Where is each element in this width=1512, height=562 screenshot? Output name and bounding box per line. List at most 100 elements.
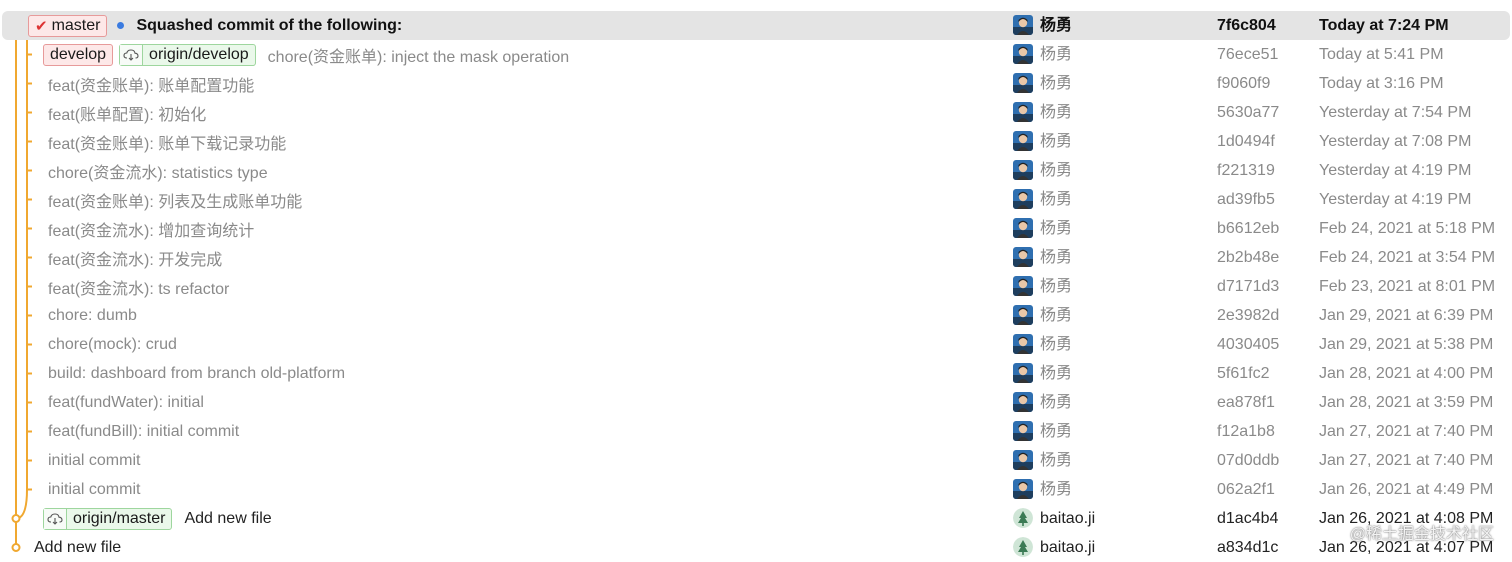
commit-row[interactable]: feat(资金流水): ts refactor 杨勇 d7171d3 Feb 23, … [0, 272, 1512, 301]
commit-author: 杨勇 [1040, 220, 1073, 237]
commit-message: Squashed commit of the following: [136, 16, 403, 34]
commit-row[interactable]: feat(资金账单): 账单配置功能 杨勇 f9060f9 Today at 3:16… [0, 69, 1512, 98]
watermark: @稀土掘金技术社区 [1349, 526, 1494, 543]
commit-row[interactable]: chore: dumb 杨勇 2e3982d Jan 29, 2021 at 6:39… [0, 301, 1512, 330]
round-avatar-icon [1013, 508, 1033, 528]
commit-date: Jan 28, 2021 at 3:59 PM [1319, 394, 1494, 411]
commit-sha: d7171d3 [1217, 278, 1280, 295]
commit-row[interactable]: feat(资金账单): 列表及生成账单功能 杨勇 ad39fb5 Yesterday … [0, 185, 1512, 214]
commit-author: 杨勇 [1040, 249, 1073, 266]
commit-message: feat(fundBill): initial commit [48, 422, 240, 440]
commit-subject: feat(资金账单): 列表及生成账单功能 [48, 185, 302, 214]
commit-subject: feat(资金流水): 增加查询统计 [48, 214, 254, 243]
commit-row[interactable]: feat(资金流水): 增加查询统计 杨勇 b6612eb Feb 24, 2021 … [0, 214, 1512, 243]
commit-sha: d1ac4b4 [1217, 510, 1279, 527]
commit-sha: 7f6c804 [1217, 17, 1276, 34]
commit-message: feat(资金账单): 账单下载记录功能 [48, 135, 287, 153]
commit-message: chore(mock): crud [48, 335, 177, 353]
photo-avatar-icon [1013, 15, 1033, 35]
commit-row[interactable]: chore(mock): crud 杨勇 4030405 Jan 29, 2021 a… [0, 330, 1512, 359]
branch-tag-label: master [51, 16, 101, 34]
branch-tag-master[interactable]: ✔ master [28, 14, 108, 37]
commit-row[interactable]: chore(资金流水): statistics type 杨勇 f221319 Yes… [0, 156, 1512, 185]
photo-avatar-icon [1013, 131, 1033, 151]
commit-author: 杨勇 [1040, 191, 1073, 208]
commit-subject: feat(fundBill): initial commit [48, 417, 239, 446]
commit-date: Yesterday at 4:19 PM [1319, 191, 1472, 208]
photo-avatar-icon [1013, 73, 1033, 93]
commit-sha: 062a2f1 [1217, 481, 1275, 498]
photo-avatar-icon [1013, 334, 1033, 354]
commit-author: 杨勇 [1040, 481, 1073, 498]
commit-sha: 5f61fc2 [1217, 365, 1270, 382]
commit-row[interactable]: feat(资金流水): 开发完成 杨勇 2b2b48e Feb 24, 2021 at… [0, 243, 1512, 272]
commit-date: Today at 5:41 PM [1319, 46, 1444, 63]
commit-sha: 2b2b48e [1217, 249, 1280, 266]
commit-date: Feb 24, 2021 at 5:18 PM [1319, 220, 1496, 237]
photo-avatar-icon [1013, 450, 1033, 470]
commit-date: Jan 26, 2021 at 4:49 PM [1319, 481, 1494, 498]
commit-author: 杨勇 [1040, 307, 1073, 324]
commit-date: Jan 29, 2021 at 5:38 PM [1319, 336, 1494, 353]
commit-author: 杨勇 [1040, 104, 1073, 121]
commit-subject: feat(fundWater): initial [48, 388, 204, 417]
commit-author: 杨勇 [1040, 365, 1073, 382]
commit-message: chore(资金流水): statistics type [48, 164, 268, 182]
remote-branch-tag-origin-master[interactable]: origin/master [43, 507, 173, 530]
commit-date: Yesterday at 7:54 PM [1319, 104, 1472, 121]
photo-avatar-icon [1013, 421, 1033, 441]
branch-tag-label: origin/develop [149, 45, 249, 63]
commit-subject: Add new file [34, 533, 121, 562]
commit-sha: ea878f1 [1217, 394, 1275, 411]
commit-sha: a834d1c [1217, 539, 1279, 556]
commit-date: Today at 3:16 PM [1319, 75, 1444, 92]
photo-avatar-icon [1013, 305, 1033, 325]
photo-avatar-icon [1013, 44, 1033, 64]
commit-row[interactable]: ✔ master Squashed commit of the following:… [2, 11, 1510, 40]
commit-subject: feat(资金流水): ts refactor [48, 272, 229, 301]
commit-author: 杨勇 [1040, 46, 1073, 63]
commit-row[interactable]: feat(fundBill): initial commit 杨勇 f12a1b8 J… [0, 417, 1512, 446]
photo-avatar-icon [1013, 247, 1033, 267]
commit-sha: f221319 [1217, 162, 1275, 179]
commit-row[interactable]: origin/master Add new file baitao.ji d1ac4b… [0, 504, 1512, 533]
commit-sha: ad39fb5 [1217, 191, 1275, 208]
commit-row[interactable]: feat(资金账单): 账单下载记录功能 杨勇 1d0494f Yesterday a… [0, 127, 1512, 156]
commit-message: chore(资金账单): inject the mask operation [267, 48, 570, 66]
commit-date: Jan 28, 2021 at 4:00 PM [1319, 365, 1494, 382]
commit-subject: feat(账单配置): 初始化 [48, 98, 206, 127]
branch-tag-develop[interactable]: develop [43, 43, 114, 66]
commit-subject: feat(资金账单): 账单下载记录功能 [48, 127, 286, 156]
round-avatar-icon [1013, 537, 1033, 557]
commit-author: 杨勇 [1040, 423, 1073, 440]
commit-row[interactable]: feat(fundWater): initial 杨勇 ea878f1 Jan 28,… [0, 388, 1512, 417]
commit-date: Jan 29, 2021 at 6:39 PM [1319, 307, 1494, 324]
commit-row[interactable]: Add new file baitao.ji a834d1c Jan 26, 2021… [0, 533, 1512, 562]
commit-message: feat(资金账单): 账单配置功能 [48, 77, 255, 95]
commit-author: 杨勇 [1040, 394, 1073, 411]
photo-avatar-icon [1013, 102, 1033, 122]
commit-author: 杨勇 [1040, 75, 1073, 92]
commit-sha: 5630a77 [1217, 104, 1280, 121]
commit-sha: 1d0494f [1217, 133, 1275, 150]
commit-subject: develop origin/develop chore(资金账单): inject… [43, 40, 569, 69]
commit-date: Yesterday at 4:19 PM [1319, 162, 1472, 179]
photo-avatar-icon [1013, 363, 1033, 383]
commit-author: 杨勇 [1040, 162, 1073, 179]
commit-row[interactable]: build: dashboard from branch old-platfor… [0, 359, 1512, 388]
commit-message: initial commit [48, 480, 141, 498]
commit-author: baitao.ji [1040, 539, 1096, 556]
commit-message: feat(账单配置): 初始化 [48, 106, 207, 124]
commit-sha: b6612eb [1217, 220, 1280, 237]
commit-row[interactable]: initial commit 杨勇 07d0ddb Jan 27, 2021 at 7… [0, 446, 1512, 475]
commit-row[interactable]: develop origin/develop chore(资金账单): inject… [0, 40, 1512, 69]
commit-row[interactable]: initial commit 杨勇 062a2f1 Jan 26, 2021 at 4… [0, 475, 1512, 504]
commit-message: chore: dumb [48, 306, 137, 324]
commit-subject: chore: dumb [48, 301, 137, 330]
commit-row[interactable]: feat(账单配置): 初始化 杨勇 5630a77 Yesterday at 7:5… [0, 98, 1512, 127]
commit-author: 杨勇 [1040, 278, 1073, 295]
photo-avatar-icon [1013, 160, 1033, 180]
commit-author: 杨勇 [1040, 336, 1073, 353]
remote-branch-tag-origin-develop[interactable]: origin/develop [119, 43, 256, 66]
commit-date: Today at 7:24 PM [1319, 17, 1449, 34]
